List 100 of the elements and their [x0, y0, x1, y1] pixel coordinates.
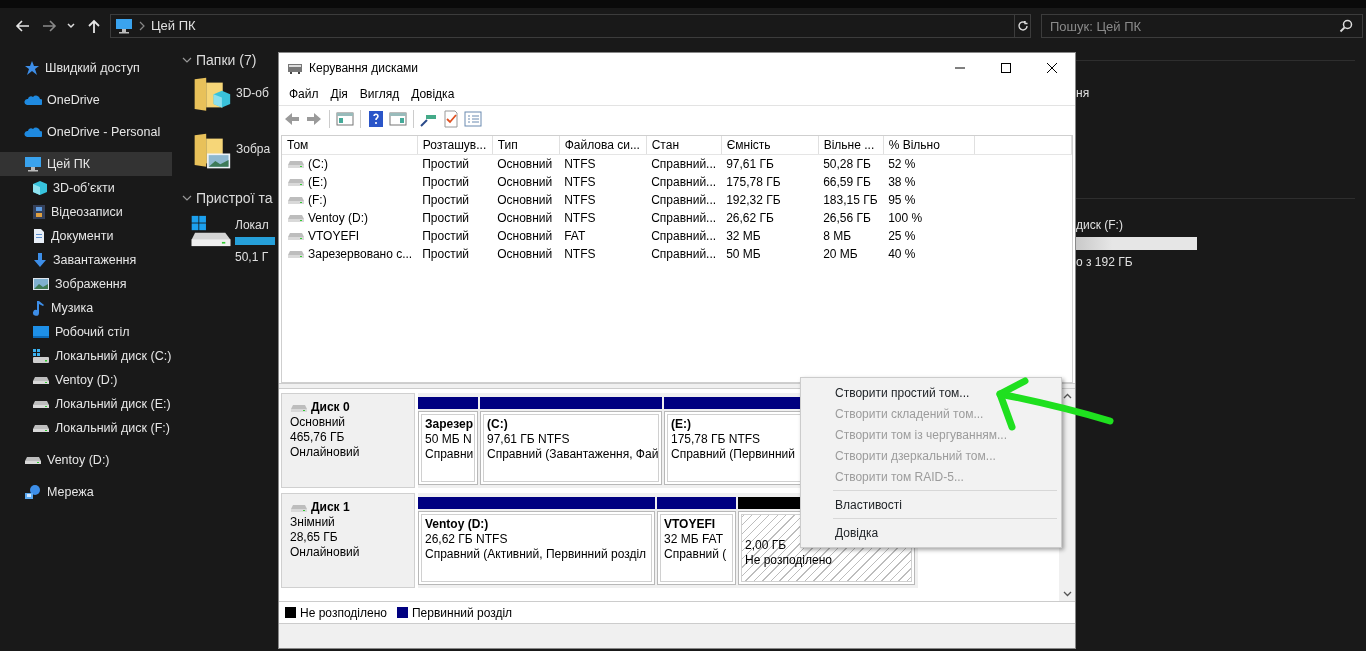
folder-name[interactable]: Зобра [236, 140, 271, 182]
table-cell-text: Справний... [650, 174, 718, 191]
table-cell-text: (C:) [308, 156, 328, 173]
sidebar-item[interactable]: Локальний диск (F:) [0, 416, 172, 440]
folder-picture-icon[interactable] [192, 132, 232, 170]
up-arrow-icon[interactable] [86, 18, 102, 34]
scroll-down-icon[interactable] [1062, 591, 1072, 597]
table-cell-text: 26,56 ГБ [822, 210, 872, 227]
window-title: Керування дисками [309, 60, 420, 77]
table-cell-text: NTFS [563, 210, 597, 227]
table-cell-text: Основний [496, 210, 554, 227]
table-cell-text: Простий [421, 174, 471, 191]
table-cell: NTFS [559, 154, 647, 173]
column-header[interactable]: Тип [492, 136, 560, 155]
disk-size: 28,65 ГБ [290, 530, 339, 545]
sidebar-item[interactable]: Швидкий доступ [0, 56, 172, 80]
partition-status: Справний (Завантаження, Фай [487, 447, 659, 462]
checklist-icon[interactable] [442, 109, 460, 128]
panel-icon[interactable] [389, 109, 407, 128]
chevron-icon[interactable] [182, 195, 192, 201]
column-header[interactable]: Том [282, 136, 418, 155]
help-icon[interactable] [367, 109, 385, 128]
sidebar-item[interactable]: Відеозаписи [0, 200, 172, 224]
partition-size: 175,78 ГБ NTFS [671, 432, 761, 447]
table-cell: 50,28 ГБ [818, 154, 884, 173]
sidebar-item[interactable]: 3D-об’єкти [0, 176, 172, 200]
menu-item[interactable]: Файл [283, 85, 325, 103]
table-cell-text: 66,59 ГБ [822, 174, 872, 191]
partition-box[interactable]: VTOYEFI 32 МБ FAT Справний ( [657, 511, 736, 585]
table-cell-text: 26,62 ГБ [725, 210, 775, 227]
partition-box[interactable]: Зарезер 50 МБ N Справни [418, 411, 478, 485]
sidebar-item[interactable]: Зображення [0, 272, 172, 296]
scroll-up-icon[interactable] [1062, 393, 1072, 399]
disk-name: Диск 0 [311, 400, 350, 415]
sidebar-item[interactable]: Мережа [0, 480, 172, 504]
drive-icon [32, 423, 50, 433]
drive-name[interactable]: диск (F:) [1076, 216, 1366, 234]
menu-item[interactable]: Створити простий том... [801, 382, 1061, 403]
partition-box[interactable]: Ventoy (D:) 26,62 ГБ NTFS Справний (Активний, Первинний розділ [418, 511, 655, 585]
refresh-button[interactable] [1015, 14, 1031, 38]
sidebar-item[interactable]: OneDrive - Personal [0, 120, 172, 144]
sidebar-item[interactable]: Музика [0, 296, 172, 320]
disk-label-panel[interactable]: Диск 1 Знімний 28,65 ГБ Онлайновий [281, 493, 415, 588]
sidebar-item[interactable]: Ventoy (D:) [0, 368, 172, 392]
table-cell-text: Справний... [650, 228, 718, 245]
drive-detail: о з 192 ГБ [1076, 254, 1134, 271]
menu-item[interactable]: Довідка [405, 85, 461, 103]
menu-item[interactable]: Дія [324, 85, 354, 103]
partition-size: 32 МБ FAT [664, 532, 723, 547]
sidebar-item[interactable]: Ventoy (D:) [0, 448, 172, 472]
disk-label-panel[interactable]: Диск 0 Основний 465,76 ГБ Онлайновий [281, 393, 415, 488]
picture-icon [32, 277, 50, 291]
disk-type: Основний [290, 415, 347, 430]
table-cell-text: 32 МБ [725, 228, 762, 245]
address-field[interactable]: Цей ПК [110, 14, 1015, 38]
download-icon [32, 252, 48, 268]
drive-icon [287, 159, 305, 169]
table-cell-text: Основний [496, 174, 554, 191]
disk-name: Диск 1 [311, 500, 350, 515]
sidebar-item[interactable]: Завантаження [0, 248, 172, 272]
disk-size: 465,76 ГБ [290, 430, 346, 445]
menu-item[interactable]: Вигляд [353, 85, 406, 103]
drive-icon [290, 402, 308, 413]
table-cell-text: Простий [421, 192, 471, 209]
disk-status: Онлайновий [290, 445, 361, 460]
folder-cube-icon[interactable] [192, 76, 232, 114]
table-cell-text: VTOYEFI [308, 228, 360, 245]
sidebar-item[interactable]: OneDrive [0, 88, 172, 112]
partition-box[interactable]: (C:) 97,61 ГБ NTFS Справний (Завантаження, Фай [480, 411, 662, 485]
folder-name[interactable]: ня [1076, 84, 1366, 102]
column-header[interactable]: Стан [646, 136, 722, 155]
column-header[interactable]: Ємність [721, 136, 819, 155]
sidebar-item[interactable]: Робочий стіл [0, 320, 172, 344]
drive-icon [32, 399, 50, 409]
back-icon[interactable] [14, 18, 30, 34]
panel-icon[interactable] [336, 109, 354, 128]
drive-name[interactable]: Локал [235, 216, 275, 234]
table-cell-text: 40 % [887, 246, 917, 263]
group-header[interactable]: Папки (7) [196, 50, 257, 70]
folder-name[interactable]: 3D-об [236, 84, 269, 126]
partition-name: (C:) [487, 417, 508, 432]
table-cell-text: Простий [421, 228, 471, 245]
table-cell-text: Ventoy (D:) [308, 210, 369, 227]
disk-management-icon [287, 61, 303, 75]
column-header[interactable]: Розташув... [417, 136, 493, 155]
sidebar-item[interactable]: Цей ПК [0, 152, 172, 176]
column-header[interactable]: Файлова си... [559, 136, 647, 155]
group-header[interactable]: Пристрої та [196, 188, 273, 208]
computer-icon [115, 18, 133, 34]
drive-icon[interactable] [190, 214, 232, 248]
usage-bar [235, 237, 275, 245]
sidebar-item[interactable]: Локальний диск (C:) [0, 344, 172, 368]
forward-icon[interactable] [42, 18, 58, 34]
sidebar-item[interactable]: Документи [0, 224, 172, 248]
sidebar-item[interactable]: Локальний диск (E:) [0, 392, 172, 416]
search-field[interactable]: Пошук: Цей ПК [1041, 14, 1363, 39]
table-cell-text: 50 МБ [725, 246, 762, 263]
chevron-icon[interactable] [182, 57, 192, 63]
column-header[interactable]: % Вільно [883, 136, 975, 155]
column-header[interactable]: Вільне ... [818, 136, 884, 155]
